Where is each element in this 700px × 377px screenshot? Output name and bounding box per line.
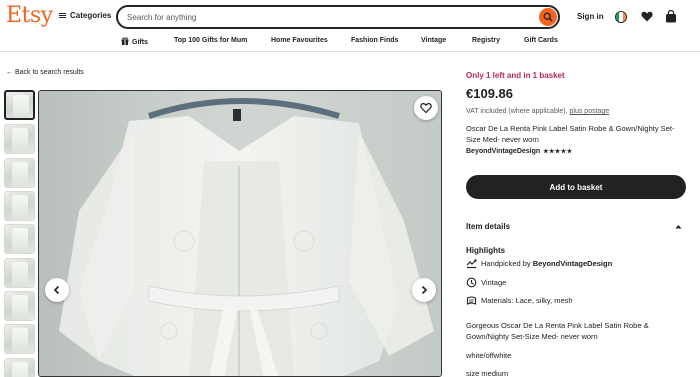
back-to-search-link[interactable]: ← Back to search results <box>6 69 84 76</box>
arrow-right-icon <box>421 285 428 295</box>
search-input[interactable] <box>127 11 527 24</box>
categories-button[interactable]: Categories <box>59 11 111 20</box>
categories-label: Categories <box>70 11 112 20</box>
category-nav: Gifts Top 100 Gifts for Mum Home Favouri… <box>0 34 700 52</box>
description: Gorgeous Oscar De La Renta Pink Label Sa… <box>466 321 649 341</box>
next-image-button[interactable] <box>412 278 436 302</box>
color-line: white/offwhite <box>466 351 512 360</box>
seller-row: BeyondVintageDesign ★★★★★ <box>466 148 573 155</box>
nav-item-gift-cards[interactable]: Gift Cards <box>524 37 558 44</box>
main-product-image[interactable] <box>38 90 442 377</box>
thumbnail[interactable] <box>4 324 35 354</box>
highlight-handpicked: Handpicked by BeyondVintageDesign <box>466 258 612 269</box>
materials-label: Materials: Lace, silky, mesh <box>481 296 573 305</box>
previous-image-button[interactable] <box>45 278 69 302</box>
thumbnail[interactable] <box>4 90 35 120</box>
heart-icon[interactable] <box>641 11 653 22</box>
thumbnail[interactable] <box>4 291 35 321</box>
flag-icon[interactable] <box>615 11 627 23</box>
highlight-vintage: Vintage <box>466 277 506 288</box>
robe-photo <box>39 91 441 376</box>
size-line: size medium <box>466 369 509 377</box>
search-bar <box>116 5 560 29</box>
item-details-label: Item details <box>466 222 511 231</box>
search-icon <box>543 12 553 22</box>
nav-item-top-100[interactable]: Top 100 Gifts for Mum <box>174 37 247 44</box>
thumbnail[interactable] <box>4 224 35 254</box>
item-details-toggle[interactable]: Item details <box>466 218 686 236</box>
basket-icon[interactable] <box>665 10 677 23</box>
favorite-heart-icon <box>420 102 432 114</box>
handpicked-prefix: Handpicked by <box>481 259 531 268</box>
thumbnail[interactable] <box>4 191 35 221</box>
hamburger-icon <box>59 12 66 19</box>
thumbnail[interactable] <box>4 258 35 288</box>
listing-title: Oscar De La Renta Pink Label Satin Robe … <box>466 124 675 144</box>
materials-icon <box>466 296 477 305</box>
nav-item-fashion-finds[interactable]: Fashion Finds <box>351 37 398 44</box>
highlight-materials: Materials: Lace, silky, mesh <box>466 295 573 306</box>
price: €109.86 <box>466 86 513 101</box>
etsy-logo[interactable]: Etsy <box>6 3 53 28</box>
chevron-up-icon <box>675 225 682 229</box>
thumbnail[interactable] <box>4 358 35 377</box>
vintage-label: Vintage <box>481 278 507 287</box>
postage-link[interactable]: plus postage <box>570 108 610 115</box>
highlights-title: Highlights <box>466 246 506 255</box>
arrow-left-icon <box>53 285 60 295</box>
nav-label: Gifts <box>132 39 148 46</box>
gift-icon <box>121 37 129 45</box>
handpicked-seller-link[interactable]: BeyondVintageDesign <box>533 259 612 268</box>
favorite-button[interactable] <box>414 96 438 120</box>
search-button[interactable] <box>539 8 557 26</box>
nav-item-vintage[interactable]: Vintage <box>421 37 446 44</box>
add-to-basket-button[interactable]: Add to basket <box>466 175 686 199</box>
vintage-icon <box>466 277 477 288</box>
nav-item-gifts[interactable]: Gifts <box>121 37 148 46</box>
thumbnail[interactable] <box>4 158 35 188</box>
stock-notice: Only 1 left and in 1 basket <box>466 71 565 80</box>
vat-note: VAT included (where applicable), plus po… <box>466 108 609 115</box>
vat-text: VAT included (where applicable), <box>466 108 568 115</box>
thumbnail[interactable] <box>4 124 35 154</box>
nav-item-registry[interactable]: Registry <box>472 37 500 44</box>
rating-stars: ★★★★★ <box>543 149 573 155</box>
handpicked-icon <box>466 259 477 269</box>
nav-item-home-favourites[interactable]: Home Favourites <box>271 37 328 44</box>
seller-link[interactable]: BeyondVintageDesign <box>466 148 540 155</box>
sign-in-link[interactable]: Sign in <box>577 12 604 21</box>
header: Etsy Categories Sign in <box>0 0 700 34</box>
